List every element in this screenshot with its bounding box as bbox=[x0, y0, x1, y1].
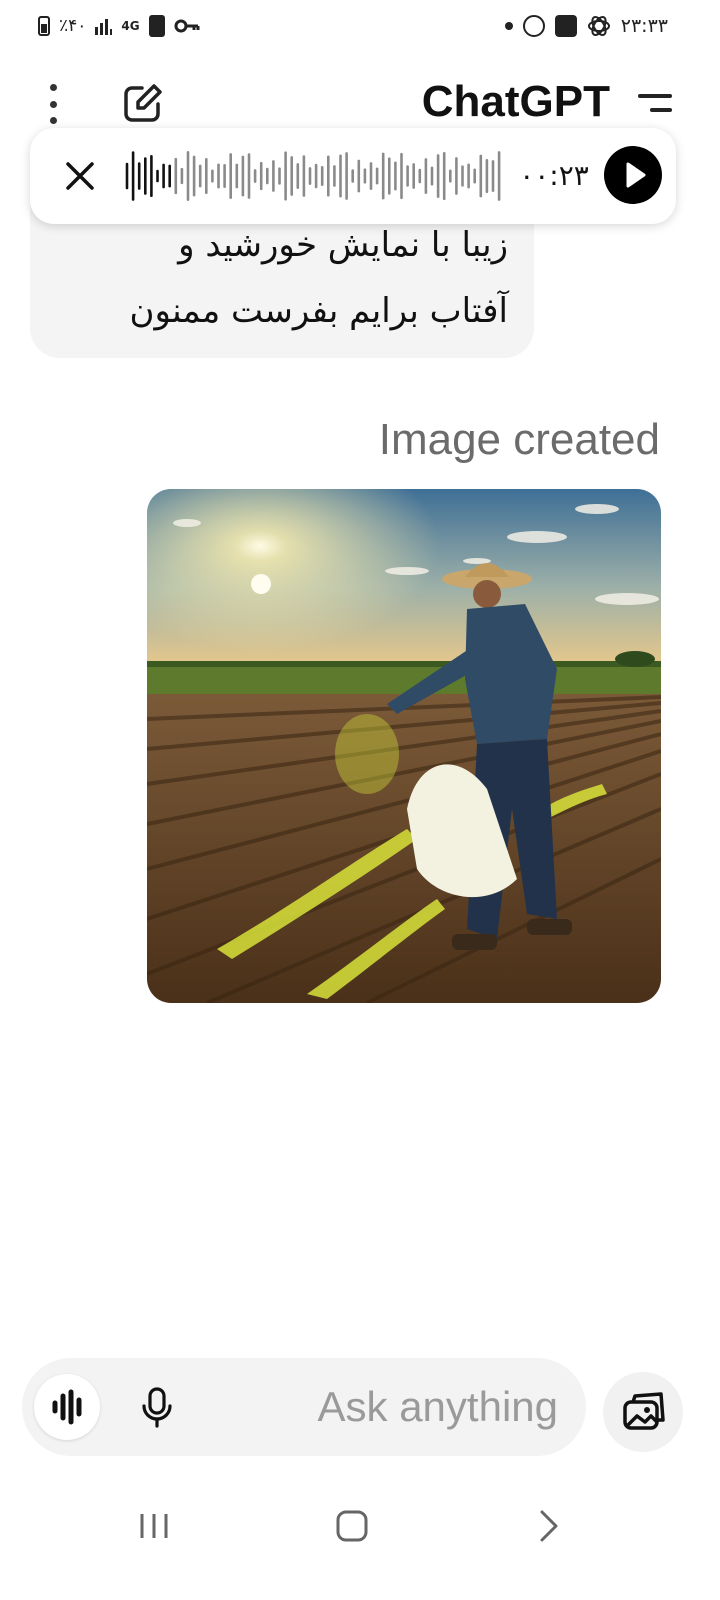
waveform-icon[interactable] bbox=[124, 142, 504, 210]
ask-input[interactable] bbox=[268, 1378, 558, 1436]
app-title[interactable]: ChatGPT bbox=[410, 74, 610, 130]
dot-icon bbox=[504, 22, 513, 30]
play-button[interactable] bbox=[604, 146, 662, 204]
sun bbox=[251, 574, 271, 594]
image-attach-button[interactable] bbox=[603, 1372, 683, 1452]
key-icon bbox=[174, 19, 200, 33]
sidebar-menu-icon[interactable] bbox=[636, 92, 672, 116]
whatsapp-icon bbox=[522, 15, 545, 37]
play-icon bbox=[626, 162, 646, 188]
status-bar: ٪۴۰ 4G ۲۳:۳۳ bbox=[0, 0, 720, 52]
network-4g-icon: 4G bbox=[121, 19, 140, 33]
status-right: ۲۳:۳۳ bbox=[504, 12, 668, 40]
battery-icon bbox=[38, 16, 50, 36]
composer bbox=[22, 1358, 586, 1456]
status-left: ٪۴۰ 4G bbox=[38, 12, 200, 40]
home-icon[interactable] bbox=[334, 1508, 370, 1544]
audio-time: ۰۰:۲۳ bbox=[519, 159, 589, 192]
save-icon bbox=[148, 15, 165, 37]
generated-image[interactable] bbox=[147, 489, 661, 1003]
gallery-icon bbox=[554, 15, 577, 37]
status-time: ۲۳:۳۳ bbox=[620, 15, 668, 37]
user-message-line: آفتاب برایم بفرست ممنون bbox=[129, 291, 508, 331]
more-vertical-icon[interactable] bbox=[44, 84, 62, 124]
chatgpt-icon bbox=[587, 15, 610, 37]
voice-mode-icon bbox=[52, 1389, 82, 1425]
new-chat-icon[interactable] bbox=[120, 82, 164, 126]
recents-icon[interactable] bbox=[136, 1508, 172, 1544]
audio-player: ۰۰:۲۳ bbox=[30, 128, 676, 224]
voice-mode-button[interactable] bbox=[34, 1374, 100, 1440]
battery-percent: ٪۴۰ bbox=[59, 16, 87, 36]
image-attach-icon bbox=[623, 1392, 665, 1430]
user-message-text: زیبا با نمایش خورشید و آفتاب برایم بفرست… bbox=[70, 212, 508, 344]
microphone-icon[interactable] bbox=[134, 1384, 180, 1430]
signal-icon bbox=[95, 17, 113, 35]
back-icon[interactable] bbox=[534, 1508, 562, 1544]
image-status: Image created bbox=[378, 415, 660, 464]
close-icon[interactable] bbox=[60, 156, 100, 196]
